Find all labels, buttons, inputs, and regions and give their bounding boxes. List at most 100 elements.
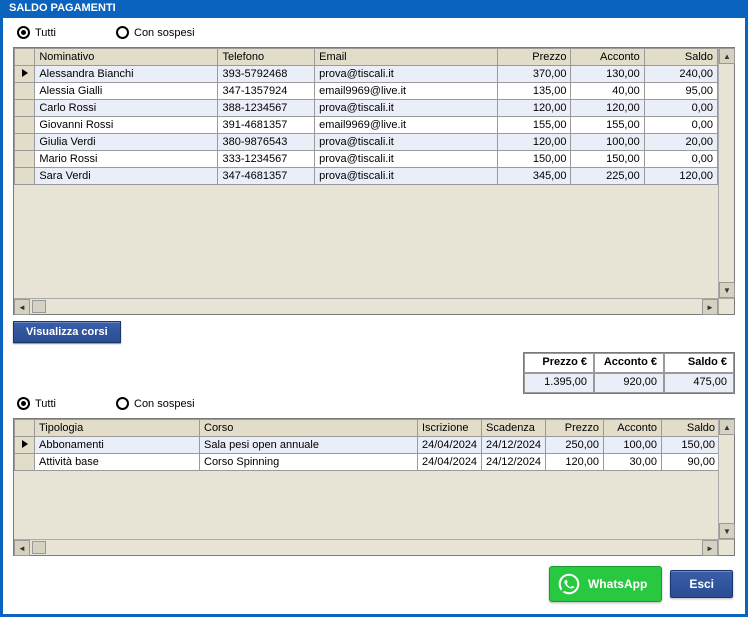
scroll-up-icon[interactable]: ▲ xyxy=(719,48,735,64)
cell-email: email9969@live.it xyxy=(315,117,498,134)
whatsapp-button[interactable]: WhatsApp xyxy=(549,566,662,602)
scroll-corner xyxy=(718,539,734,555)
cell-saldo: 150,00 xyxy=(662,437,719,454)
radio-con-sospesi-bottom[interactable]: Con sospesi xyxy=(116,397,195,410)
esci-button[interactable]: Esci xyxy=(670,570,733,598)
clients-grid[interactable]: Nominativo Telefono Email Prezzo Acconto… xyxy=(13,47,735,315)
cell-prezzo: 150,00 xyxy=(498,151,571,168)
cell-acconto: 150,00 xyxy=(571,151,644,168)
cell-nominativo: Giulia Verdi xyxy=(35,134,218,151)
radio-label: Con sospesi xyxy=(134,398,195,410)
cell-telefono: 347-4681357 xyxy=(218,168,315,185)
current-row-marker-icon xyxy=(22,440,28,448)
table-row[interactable]: Attività baseCorso Spinning24/04/202424/… xyxy=(15,454,719,471)
cell-saldo: 0,00 xyxy=(644,117,717,134)
table-row[interactable]: Carlo Rossi388-1234567prova@tiscali.it12… xyxy=(15,100,718,117)
scroll-thumb[interactable] xyxy=(32,541,46,554)
col-saldo[interactable]: Saldo xyxy=(662,420,719,437)
col-scadenza[interactable]: Scadenza xyxy=(482,420,546,437)
grid-body: Tipologia Corso Iscrizione Scadenza Prez… xyxy=(14,419,718,539)
cell-saldo: 120,00 xyxy=(644,168,717,185)
cell-email: prova@tiscali.it xyxy=(315,134,498,151)
scroll-left-icon[interactable]: ◄ xyxy=(14,540,30,556)
table-row[interactable]: Giulia Verdi380-9876543prova@tiscali.it1… xyxy=(15,134,718,151)
cell-nominativo: Alessia Gialli xyxy=(35,83,218,100)
cell-acconto: 120,00 xyxy=(571,100,644,117)
col-corso[interactable]: Corso xyxy=(200,420,418,437)
grid-corner-header xyxy=(15,420,35,437)
grid-corner-header xyxy=(15,49,35,66)
col-iscrizione[interactable]: Iscrizione xyxy=(418,420,482,437)
radio-icon xyxy=(17,397,30,410)
total-saldo-value: 475,00 xyxy=(664,373,734,393)
courses-grid[interactable]: Tipologia Corso Iscrizione Scadenza Prez… xyxy=(13,418,735,556)
cell-prezzo: 345,00 xyxy=(498,168,571,185)
cell-iscrizione: 24/04/2024 xyxy=(418,454,482,471)
col-prezzo[interactable]: Prezzo xyxy=(546,420,604,437)
cell-prezzo: 120,00 xyxy=(498,100,571,117)
scroll-right-icon[interactable]: ► xyxy=(702,540,718,556)
row-header xyxy=(15,66,35,83)
col-nominativo[interactable]: Nominativo xyxy=(35,49,218,66)
col-tipologia[interactable]: Tipologia xyxy=(35,420,200,437)
col-prezzo[interactable]: Prezzo xyxy=(498,49,571,66)
vertical-scrollbar[interactable]: ▲ ▼ xyxy=(718,419,734,539)
row-header xyxy=(15,117,35,134)
button-label: Visualizza corsi xyxy=(26,326,108,338)
cell-email: email9969@live.it xyxy=(315,83,498,100)
col-email[interactable]: Email xyxy=(315,49,498,66)
cell-corso: Sala pesi open annuale xyxy=(200,437,418,454)
scroll-down-icon[interactable]: ▼ xyxy=(719,282,735,298)
cell-scadenza: 24/12/2024 xyxy=(482,437,546,454)
cell-acconto: 225,00 xyxy=(571,168,644,185)
window-title: SALDO PAGAMENTI xyxy=(9,2,116,14)
grid-body: Nominativo Telefono Email Prezzo Acconto… xyxy=(14,48,718,298)
cell-scadenza: 24/12/2024 xyxy=(482,454,546,471)
cell-email: prova@tiscali.it xyxy=(315,66,498,83)
cell-prezzo: 120,00 xyxy=(498,134,571,151)
scroll-left-icon[interactable]: ◄ xyxy=(14,299,30,315)
row-header xyxy=(15,437,35,454)
table-row[interactable]: Mario Rossi333-1234567prova@tiscali.it15… xyxy=(15,151,718,168)
row-header xyxy=(15,134,35,151)
whatsapp-icon xyxy=(558,573,580,595)
cell-telefono: 347-1357924 xyxy=(218,83,315,100)
scroll-up-icon[interactable]: ▲ xyxy=(719,419,735,435)
horizontal-scrollbar[interactable]: ◄ ► xyxy=(14,298,718,314)
row-header xyxy=(15,168,35,185)
table-row[interactable]: Sara Verdi347-4681357prova@tiscali.it345… xyxy=(15,168,718,185)
titlebar: SALDO PAGAMENTI xyxy=(3,0,745,18)
button-label: Esci xyxy=(689,577,714,591)
col-telefono[interactable]: Telefono xyxy=(218,49,315,66)
scroll-thumb[interactable] xyxy=(32,300,46,313)
cell-saldo: 240,00 xyxy=(644,66,717,83)
vertical-scrollbar[interactable]: ▲ ▼ xyxy=(718,48,734,298)
radio-tutti-bottom[interactable]: Tutti xyxy=(17,397,56,410)
table-row[interactable]: Alessia Gialli347-1357924email9969@live.… xyxy=(15,83,718,100)
bottom-button-bar: WhatsApp Esci xyxy=(549,566,733,602)
horizontal-scrollbar[interactable]: ◄ ► xyxy=(14,539,718,555)
cell-nominativo: Mario Rossi xyxy=(35,151,218,168)
cell-telefono: 388-1234567 xyxy=(218,100,315,117)
row-header xyxy=(15,454,35,471)
scroll-right-icon[interactable]: ► xyxy=(702,299,718,315)
cell-prezzo: 135,00 xyxy=(498,83,571,100)
table-row[interactable]: AbbonamentiSala pesi open annuale24/04/2… xyxy=(15,437,719,454)
radio-icon xyxy=(17,26,30,39)
cell-iscrizione: 24/04/2024 xyxy=(418,437,482,454)
cell-acconto: 100,00 xyxy=(604,437,662,454)
table-row[interactable]: Alessandra Bianchi393-5792468prova@tisca… xyxy=(15,66,718,83)
cell-prezzo: 370,00 xyxy=(498,66,571,83)
radio-con-sospesi-top[interactable]: Con sospesi xyxy=(116,26,195,39)
col-acconto[interactable]: Acconto xyxy=(571,49,644,66)
col-acconto[interactable]: Acconto xyxy=(604,420,662,437)
row-header xyxy=(15,100,35,117)
scroll-track[interactable] xyxy=(30,299,702,314)
scroll-track[interactable] xyxy=(30,540,702,555)
scroll-down-icon[interactable]: ▼ xyxy=(719,523,735,539)
table-row[interactable]: Giovanni Rossi391-4681357email9969@live.… xyxy=(15,117,718,134)
col-saldo[interactable]: Saldo xyxy=(644,49,717,66)
radio-tutti-top[interactable]: Tutti xyxy=(17,26,56,39)
visualizza-corsi-button[interactable]: Visualizza corsi xyxy=(13,321,121,343)
radio-label: Tutti xyxy=(35,27,56,39)
